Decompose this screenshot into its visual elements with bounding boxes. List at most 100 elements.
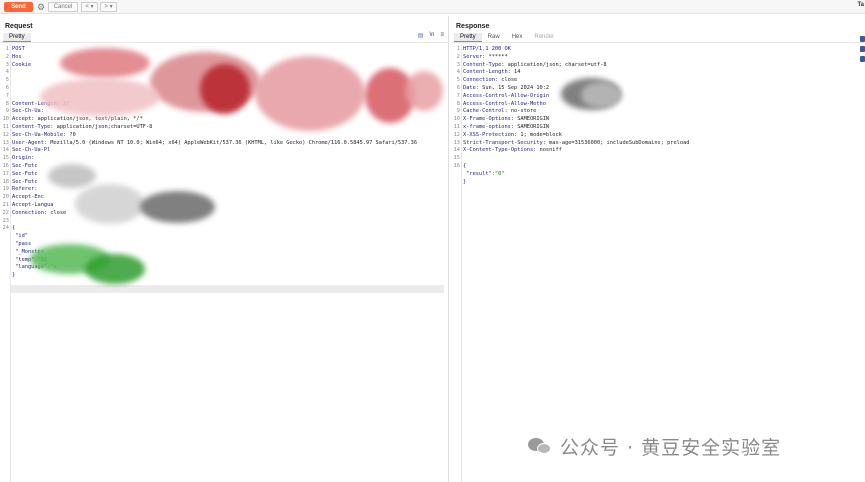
code-line[interactable]: 7: [0, 92, 12, 100]
line-key: Hos: [12, 53, 22, 60]
line-key: Content-Type:: [463, 61, 505, 68]
code-line[interactable]: "pass: [0, 240, 31, 248]
inspector-icon[interactable]: ▤: [418, 32, 424, 39]
code-line[interactable]: 10 X-Frame-Options: SAMEORIGIN: [451, 115, 550, 123]
line-key: Origin:: [12, 155, 35, 162]
line-key: Sec-Ch-Ua-Pl: [12, 147, 51, 154]
code-line[interactable]: 12 X-XSS-Protection: 1; mode=block: [451, 131, 562, 139]
line-value: 1; mode=block: [517, 131, 562, 138]
code-line[interactable]: 1 POST: [0, 45, 25, 53]
line-key: Content-Type:: [12, 124, 54, 130]
line-number: 23: [2, 217, 9, 224]
cancel-button[interactable]: Cancel: [48, 2, 78, 12]
line-number: 20: [2, 194, 9, 201]
line-key: Cache-Control:: [463, 108, 508, 115]
code-line[interactable]: 20 Accept-Enc: [0, 193, 44, 201]
response-editor[interactable]: 1 HTTP/1.1 200 OK 2 Server: ****** 3 Content-…: [451, 44, 865, 482]
line-number: 11: [2, 124, 9, 130]
line-number: 4: [5, 69, 9, 76]
line-number: 8: [456, 100, 460, 107]
code-line[interactable]: 16 Sec-Fetc: [0, 162, 38, 170]
gear-icon[interactable]: ⚙: [36, 2, 46, 12]
code-line[interactable]: 14 Sec-Ch-Ua-Pl: [0, 146, 51, 154]
code-line[interactable]: 1 HTTP/1.1 200 OK: [451, 45, 511, 53]
line-value: close: [498, 77, 518, 84]
redaction-blur: [255, 56, 365, 131]
line-number: 14: [2, 147, 9, 154]
code-line[interactable]: 11 Content-Type: application/json;charset…: [0, 123, 153, 131]
tab-hex[interactable]: Hex: [506, 33, 529, 42]
line-key: HTTP/1.1 200 OK: [463, 46, 511, 52]
line-number: 11: [453, 124, 460, 130]
code-line[interactable]: 24{: [0, 224, 16, 232]
line-number: 3: [456, 61, 460, 68]
line-key: Connection:: [463, 77, 499, 84]
wrap-icon[interactable]: \n: [429, 32, 434, 39]
code-line[interactable]: "id": [0, 232, 28, 240]
tab-render[interactable]: Render: [528, 33, 560, 42]
code-line[interactable]: }: [451, 178, 466, 186]
target-label[interactable]: Ta: [857, 2, 864, 8]
wechat-watermark: 公众号 · 黄豆安全实验室: [528, 432, 781, 460]
code-line[interactable]: 16{: [451, 162, 467, 170]
code-line[interactable]: 6 Date: Sun, 15 Sep 2024 10:2: [451, 84, 549, 92]
code-line[interactable]: 4: [0, 68, 12, 76]
response-panel: Response Pretty Raw Hex Render 1 HTTP/1.1…: [451, 16, 865, 482]
current-line-highlight: [11, 285, 444, 293]
line-key: Access-Control-Allow-Metho: [463, 100, 546, 107]
code-line[interactable]: 7 Access-Control-Allow-Origin: [451, 92, 549, 100]
line-key: Access-Control-Allow-Origin: [463, 92, 550, 99]
code-line[interactable]: "result":"0": [451, 170, 504, 178]
line-number: 18: [2, 178, 9, 185]
line-value: ?0: [66, 131, 76, 138]
tab-pretty[interactable]: Pretty: [454, 33, 482, 42]
code-line[interactable]: 9 Sec-Ch-Ua:: [0, 107, 44, 115]
code-line[interactable]: 11 x-frame-options: SAMEORIGIN: [451, 123, 550, 131]
code-line[interactable]: 4 Content-Length: 14: [451, 68, 521, 76]
code-line[interactable]: 2 Hos: [0, 53, 22, 61]
code-line[interactable]: 18 Sec-Fetc: [0, 178, 38, 186]
code-line[interactable]: 14 X-Content-Type-Options: nosniff: [451, 146, 562, 154]
wechat-icon: [528, 436, 554, 456]
code-line[interactable]: 12 Sec-Ch-Ua-Mobile: ?0: [0, 131, 76, 139]
redaction-blur: [85, 254, 145, 284]
line-number: 6: [456, 85, 460, 91]
code-line[interactable]: 23: [0, 217, 12, 225]
code-line[interactable]: 15 Origin:: [0, 154, 35, 162]
code-line[interactable]: 19 Referer:: [0, 185, 38, 193]
code-line[interactable]: 8 Access-Control-Allow-Metho: [451, 100, 546, 108]
forward-button[interactable]: > ▾: [100, 2, 117, 12]
line-key: X-Content-Type-Options:: [463, 147, 537, 154]
code-line[interactable]: 3 Cookie: [0, 61, 31, 69]
line-key: Server:: [463, 53, 486, 60]
line-number: 12: [453, 131, 460, 138]
code-line[interactable]: 9 Cache-Control: no-store: [451, 107, 537, 115]
code-line[interactable]: 2 Server: ******: [451, 53, 508, 61]
tab-pretty[interactable]: Pretty: [3, 33, 31, 42]
line-key: Sec-Fetc: [12, 178, 38, 185]
line-number: 6: [5, 85, 9, 91]
code-line[interactable]: 13 Strict-Transport-Security: max-age=315…: [451, 139, 690, 147]
code-line[interactable]: 15: [451, 154, 463, 162]
tab-raw[interactable]: Raw: [482, 33, 506, 42]
code-line[interactable]: 22 Connection: close: [0, 209, 67, 217]
response-tab-divider: [451, 42, 865, 43]
code-line[interactable]: 17 Sec-Fetc: [0, 170, 38, 178]
send-button[interactable]: Send: [4, 2, 33, 12]
request-title: Request: [5, 23, 33, 30]
back-button[interactable]: < ▾: [81, 2, 98, 12]
line-number: 19: [2, 186, 9, 193]
code-line[interactable]: 6: [0, 84, 12, 92]
line-number: 2: [456, 53, 460, 60]
code-line[interactable]: 21 Accept-Langua: [0, 201, 54, 209]
code-line[interactable]: 5: [0, 76, 12, 84]
code-line[interactable]: 13 User-Agent: Mozilla/5.0 (Windows NT 10…: [0, 139, 417, 147]
menu-icon[interactable]: ≡: [440, 32, 444, 39]
line-value: Sun, 15 Sep 2024 10:2: [478, 85, 550, 91]
code-line[interactable]: 5 Connection: close: [451, 76, 517, 84]
code-line[interactable]: }: [0, 271, 15, 279]
line-value: max-age=31536000; includeSubDomains; pre…: [545, 139, 690, 146]
code-line[interactable]: 10 Accept: application/json, text/plain, …: [0, 115, 143, 123]
code-line[interactable]: 3 Content-Type: application/json; charset…: [451, 61, 607, 69]
request-tabs: Pretty: [3, 33, 31, 42]
